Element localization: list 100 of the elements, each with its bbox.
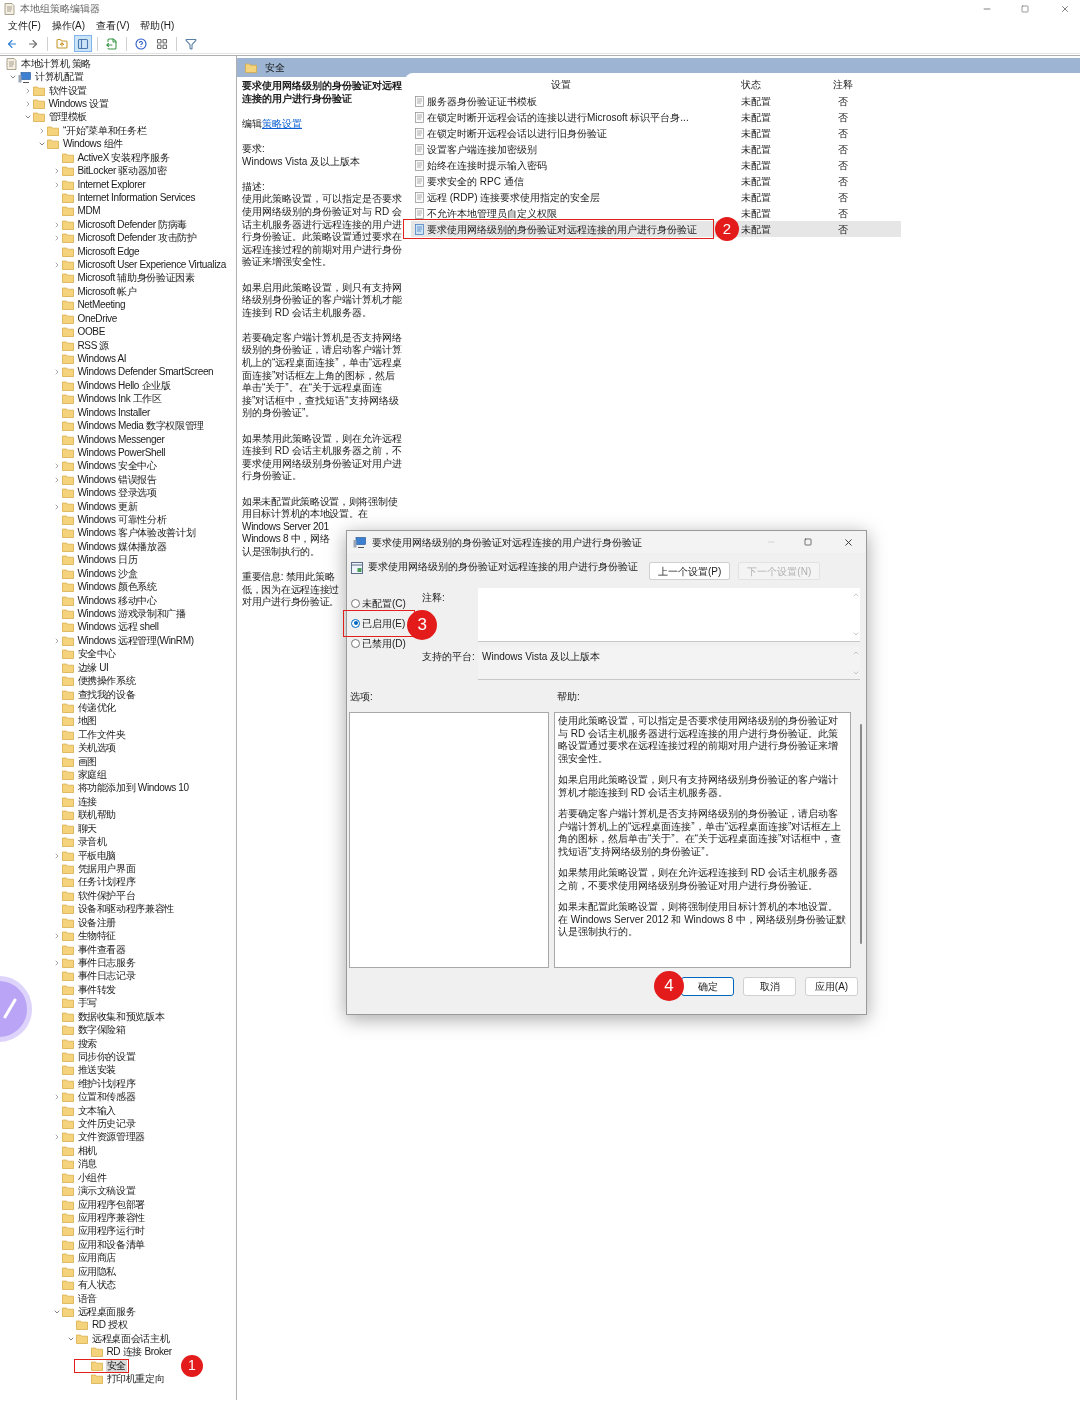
tree-item[interactable]: Windows 可靠性分析 [76, 514, 168, 527]
policy-settings-link[interactable]: 策略设置 [262, 117, 302, 129]
tree-item[interactable]: 生物特征 [76, 930, 118, 943]
tree-item[interactable]: 位置和传感器 [76, 1091, 137, 1104]
tree-item[interactable]: 传递优化 [76, 701, 118, 714]
tree-item[interactable]: 联机帮助 [76, 809, 118, 822]
tree-item[interactable]: RD 连接 Broker [105, 1346, 173, 1359]
tree-item[interactable]: Microsoft Defender 攻击防护 [76, 232, 198, 245]
tree-item[interactable]: 软件设置 [47, 84, 89, 97]
tree-item[interactable]: 事件日志服务 [76, 956, 137, 969]
column-header[interactable]: 注释 [823, 77, 863, 92]
expand-caret-icon[interactable] [38, 126, 46, 135]
tree-item[interactable]: Windows 组件 [62, 138, 124, 151]
tree-item[interactable]: 有人状态 [76, 1279, 118, 1292]
policy-row[interactable]: 在锁定时断开远程会话的连接以进行Microsoft 标识平台身... 未配置 否 [411, 109, 901, 125]
tree-item[interactable]: Windows 游戏录制和广播 [76, 608, 187, 620]
tree-item[interactable]: Windows Messenger [76, 433, 166, 446]
tree-item[interactable]: 管理模板 [47, 111, 89, 124]
tree-item[interactable]: 聊天 [76, 822, 98, 835]
scroll-up-icon[interactable] [851, 649, 860, 657]
tree-item[interactable]: 小组件 [76, 1171, 108, 1184]
tree-item[interactable]: 计算机配置 [34, 71, 85, 84]
tree-item[interactable]: Windows 颜色系统 [76, 581, 158, 594]
tree-item[interactable]: Windows 远程管理(WinRM) [76, 634, 195, 647]
tree-item[interactable]: Microsoft User Experience Virtualiza [76, 259, 227, 272]
radio-button[interactable] [351, 638, 360, 648]
navigation-button[interactable]: 上一个设置(P) [649, 562, 731, 580]
tree-item[interactable]: 应用隐私 [76, 1265, 118, 1278]
tree-item[interactable]: Windows 媒体播放器 [76, 540, 168, 553]
column-header[interactable]: 状态 [741, 77, 823, 92]
tree-item[interactable]: Internet Information Services [76, 191, 197, 204]
tree-item[interactable]: RSS 源 [76, 339, 111, 352]
tree-item[interactable]: Windows Ink 工作区 [76, 393, 163, 406]
tree-item[interactable]: 维护计划程序 [76, 1077, 137, 1090]
maximize-icon[interactable] [804, 538, 812, 546]
tree-item[interactable]: 地图 [76, 715, 98, 728]
tree-item[interactable]: 本地计算机 策略 [20, 57, 92, 70]
tree-item[interactable]: 设备和驱动程序兼容性 [76, 903, 175, 916]
menu-item[interactable]: 操作(A) [51, 18, 86, 33]
policy-row[interactable]: 服务器身份验证证书模板 未配置 否 [411, 93, 901, 109]
tree-item[interactable]: 工作文件夹 [76, 728, 127, 741]
radio-label[interactable]: 已禁用(D) [362, 635, 406, 651]
tree-item[interactable]: 凭据用户界面 [76, 863, 137, 875]
tree-item[interactable]: 应用商店 [76, 1252, 118, 1265]
tree-item[interactable]: Windows Installer [76, 406, 151, 419]
tree-item[interactable]: OneDrive [76, 312, 118, 325]
tree-item[interactable]: 远程桌面服务 [76, 1305, 137, 1318]
tree-item[interactable]: 软件保护平台 [76, 889, 137, 902]
tree-item[interactable]: Windows 登录选项 [76, 487, 158, 500]
tree-item[interactable]: Windows 远程 shell [76, 621, 160, 634]
toolbar-button[interactable] [132, 35, 150, 52]
tree-item[interactable]: 关机选项 [76, 742, 118, 755]
tree-item[interactable]: 任务计划程序 [76, 876, 137, 889]
tree-item[interactable]: 消息 [76, 1158, 98, 1171]
tree-item[interactable]: BitLocker 驱动器加密 [76, 165, 168, 178]
policy-row[interactable]: 远程 (RDP) 连接要求使用指定的安全层 未配置 否 [411, 189, 901, 205]
tree-item[interactable]: 事件查看器 [76, 943, 127, 956]
tree-item[interactable]: “开始”菜单和任务栏 [62, 124, 148, 137]
policy-row[interactable]: 设置客户端连接加密级别 未配置 否 [411, 141, 901, 157]
tree-item[interactable]: Microsoft Edge [76, 245, 141, 258]
tree-item[interactable]: NetMeeting [76, 299, 127, 312]
maximize-icon[interactable] [1021, 4, 1029, 13]
tree-item[interactable]: 应用程序兼容性 [76, 1212, 147, 1224]
tree-item[interactable]: 相机 [76, 1144, 98, 1157]
tree-item[interactable]: 应用程序包部署 [76, 1198, 147, 1211]
tree-item[interactable]: 推送安装 [76, 1064, 118, 1077]
tree-item[interactable]: 演示文稿设置 [76, 1185, 137, 1198]
tree-item[interactable]: 文本输入 [76, 1104, 118, 1117]
tree-item[interactable]: Windows 移动中心 [76, 594, 158, 607]
tree-item[interactable]: Microsoft Defender 防病毒 [76, 218, 189, 231]
tree-item[interactable]: 边缘 UI [76, 661, 110, 674]
tree-item[interactable]: ActiveX 安装程序服务 [76, 151, 171, 164]
tree-item[interactable]: 手写 [76, 997, 98, 1010]
tree-item[interactable]: 数字保险箱 [76, 1024, 127, 1037]
policy-row[interactable]: 要求安全的 RPC 通信 未配置 否 [411, 173, 901, 189]
tree-item[interactable]: 事件日志记录 [76, 970, 137, 983]
tree-item[interactable]: Internet Explorer [76, 178, 147, 191]
tree-item[interactable]: 将功能添加到 Windows 10 [76, 782, 190, 795]
tree-item[interactable]: 设备注册 [76, 916, 118, 929]
tree-item[interactable]: 打印机重定向 [105, 1373, 166, 1386]
menu-item[interactable]: 查看(V) [96, 18, 130, 33]
policy-row[interactable]: 在锁定时断开远程会话以进行旧身份验证 未配置 否 [411, 125, 901, 141]
close-icon[interactable] [1060, 3, 1070, 14]
scroll-down-icon[interactable] [851, 669, 860, 677]
tree-item[interactable]: 远程桌面会话主机 [91, 1332, 171, 1345]
radio-button[interactable] [351, 618, 360, 628]
tree-item[interactable]: Windows 更新 [76, 500, 139, 513]
radio-label[interactable]: 已启用(E) [362, 615, 406, 631]
tree-item[interactable]: 文件资源管理器 [76, 1131, 147, 1144]
tree-item[interactable]: 查找我的设备 [76, 688, 137, 701]
tree-item[interactable]: 语音 [76, 1292, 98, 1305]
tree-item[interactable]: 搜索 [76, 1037, 98, 1050]
tree-item[interactable]: Microsoft 辅助身份验证因素 [76, 272, 196, 285]
tree-item[interactable]: 画图 [76, 755, 98, 768]
tree-item[interactable]: Windows 设置 [47, 97, 110, 110]
dialog-button[interactable]: 取消 [743, 977, 796, 996]
policy-row[interactable]: 始终在连接时提示输入密码 未配置 否 [411, 157, 901, 173]
scroll-down-icon[interactable] [851, 630, 860, 638]
tree-item[interactable]: RD 授权 [91, 1319, 129, 1332]
tree-item[interactable]: OOBE [76, 326, 106, 339]
